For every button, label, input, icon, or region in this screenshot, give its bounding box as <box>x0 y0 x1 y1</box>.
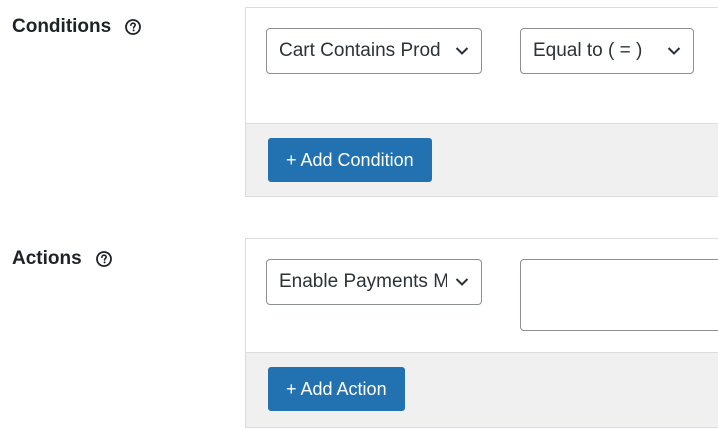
actions-row-label: Actions <box>12 248 112 270</box>
action-value-input[interactable] <box>520 259 718 331</box>
question-circle-icon[interactable] <box>95 251 112 267</box>
chevron-down-icon <box>455 47 469 55</box>
chevron-down-icon <box>455 278 469 286</box>
add-condition-button[interactable]: + Add Condition <box>268 138 432 182</box>
conditions-panel: Cart Contains Prod Equal to ( = ) + Add … <box>245 7 718 197</box>
add-action-button[interactable]: + Add Action <box>268 367 405 411</box>
action-type-value: Enable Payments M <box>279 271 447 292</box>
condition-type-value: Cart Contains Prod <box>279 40 441 61</box>
conditions-label: Conditions <box>12 16 112 37</box>
chevron-down-icon <box>667 47 681 55</box>
question-circle-icon[interactable] <box>125 19 142 35</box>
action-type-select[interactable]: Enable Payments M <box>266 259 482 305</box>
actions-label: Actions <box>12 248 82 269</box>
actions-panel-footer: + Add Action <box>246 352 718 427</box>
condition-operator-value: Equal to ( = ) <box>533 40 643 61</box>
conditions-panel-footer: + Add Condition <box>246 123 718 196</box>
condition-operator-select[interactable]: Equal to ( = ) <box>520 28 694 74</box>
actions-panel: Enable Payments M + Add Action <box>245 238 718 428</box>
conditions-row-label: Conditions <box>12 16 142 38</box>
condition-type-select[interactable]: Cart Contains Prod <box>266 28 482 74</box>
